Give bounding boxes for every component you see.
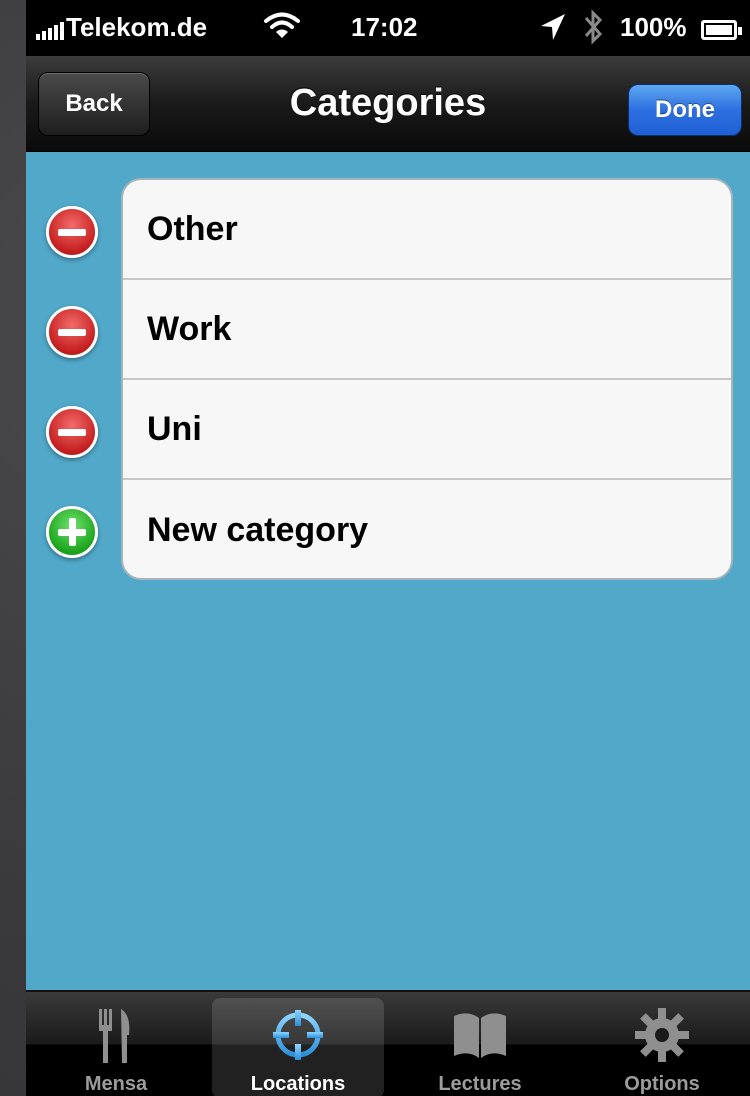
delete-other-button[interactable] [46,206,98,258]
tab-locations[interactable]: Locations [212,998,384,1096]
done-button[interactable]: Done [628,84,742,136]
minus-icon [58,429,86,436]
navigation-bar: Back Categories Done [26,56,750,152]
app-screen: Telekom.de 17:02 100% Back Categories Do… [26,0,750,1096]
add-category-button[interactable] [46,506,98,558]
delete-uni-button[interactable] [46,406,98,458]
battery-percentage: 100% [620,12,687,42]
tab-options[interactable]: Options [576,998,748,1096]
tab-label: Options [624,1073,700,1095]
categories-table: Other Work Uni New category [121,178,733,580]
tab-mensa[interactable]: Mensa [30,998,202,1096]
wifi-icon [262,10,302,49]
table-row[interactable]: Other [123,180,731,280]
table-row[interactable]: Uni [123,380,731,480]
new-category-label: New category [147,510,369,549]
tab-label: Locations [250,1073,346,1095]
carrier-name: Telekom.de [66,12,208,42]
location-arrow-icon [539,12,567,49]
table-row[interactable]: New category [123,480,731,578]
tab-label: Mensa [84,1073,148,1095]
status-bar: Telekom.de 17:02 100% [26,0,750,56]
tab-label: Lectures [438,1073,522,1095]
tab-lectures[interactable]: Lectures [394,998,566,1096]
minus-icon [58,229,86,236]
fork-knife-icon [86,1005,146,1065]
bluetooth-icon [582,8,606,53]
gear-icon [632,1005,692,1065]
clock: 17:02 [351,12,418,42]
category-label: Other [147,209,238,248]
battery-icon [701,20,742,40]
crosshair-icon [268,1005,328,1065]
category-label: Uni [147,409,202,448]
category-label: Work [147,309,232,348]
delete-work-button[interactable] [46,306,98,358]
minus-icon [58,329,86,336]
tab-bar: Mensa Locations Lectures Options [26,990,750,1096]
table-row[interactable]: Work [123,280,731,380]
signal-strength-icon [36,20,64,40]
book-icon [450,1005,510,1065]
